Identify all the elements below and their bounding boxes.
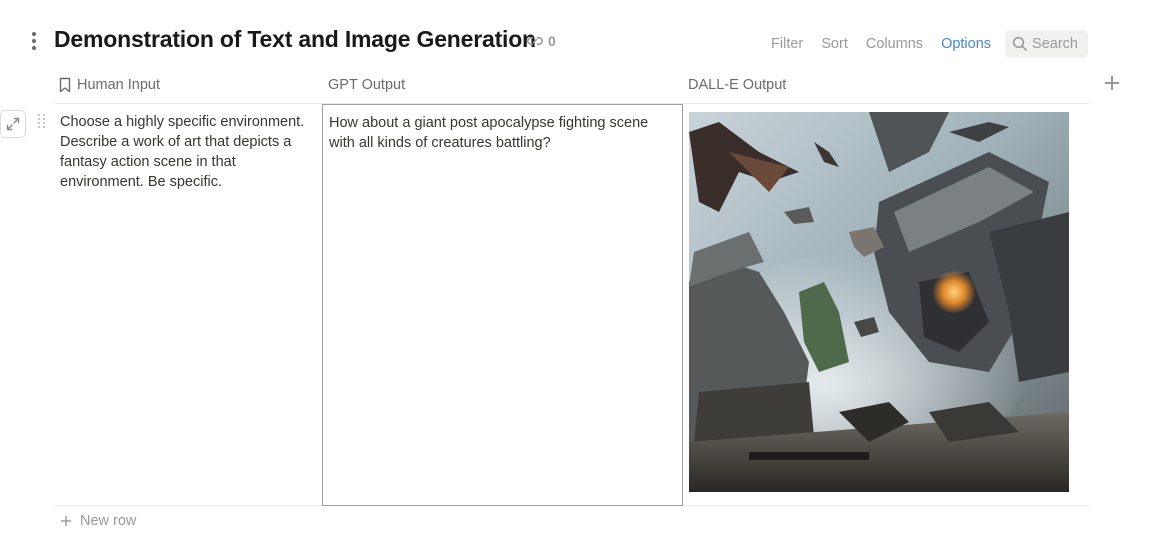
- plus-icon: [61, 516, 71, 526]
- dalle-generated-image[interactable]: [689, 112, 1069, 492]
- filter-button[interactable]: Filter: [763, 30, 811, 58]
- page-title[interactable]: Demonstration of Text and Image Generati…: [54, 26, 536, 53]
- table-header: Human Input GPT Output DALL-E Output: [54, 70, 1090, 104]
- dalle-output-cell[interactable]: [683, 104, 1090, 506]
- human-input-cell[interactable]: Choose a highly specific environment. De…: [54, 104, 322, 506]
- more-options-icon[interactable]: [26, 31, 42, 51]
- view-toolbar: Filter Sort Columns Options Search: [761, 30, 1088, 58]
- column-header-dalle-output[interactable]: DALL-E Output: [682, 70, 1090, 100]
- options-button[interactable]: Options: [933, 30, 999, 58]
- add-column-button[interactable]: [1103, 74, 1121, 92]
- drag-handle-icon[interactable]: [37, 114, 47, 130]
- expand-row-button[interactable]: [0, 110, 26, 138]
- column-header-label: Human Input: [77, 77, 161, 93]
- link-icon: [527, 37, 543, 45]
- database-page: Demonstration of Text and Image Generati…: [0, 0, 1156, 555]
- link-count: 0: [548, 33, 556, 49]
- sort-button[interactable]: Sort: [813, 30, 856, 58]
- search-label: Search: [1032, 36, 1078, 52]
- linked-references[interactable]: 0: [526, 32, 556, 50]
- bookmark-icon: [59, 77, 71, 93]
- column-header-human-input[interactable]: Human Input: [54, 70, 322, 100]
- column-header-label: DALL-E Output: [688, 77, 787, 93]
- search-button[interactable]: Search: [1005, 30, 1088, 58]
- search-icon: [1012, 36, 1028, 51]
- column-header-gpt-output[interactable]: GPT Output: [322, 70, 682, 100]
- new-row-label: New row: [80, 513, 137, 529]
- gpt-output-cell[interactable]: How about a giant post apocalypse fighti…: [322, 104, 683, 506]
- columns-button[interactable]: Columns: [858, 30, 931, 58]
- table-row: Choose a highly specific environment. De…: [54, 104, 1090, 506]
- new-row-button[interactable]: New row: [60, 513, 136, 529]
- expand-icon: [6, 117, 20, 131]
- column-header-label: GPT Output: [328, 77, 406, 93]
